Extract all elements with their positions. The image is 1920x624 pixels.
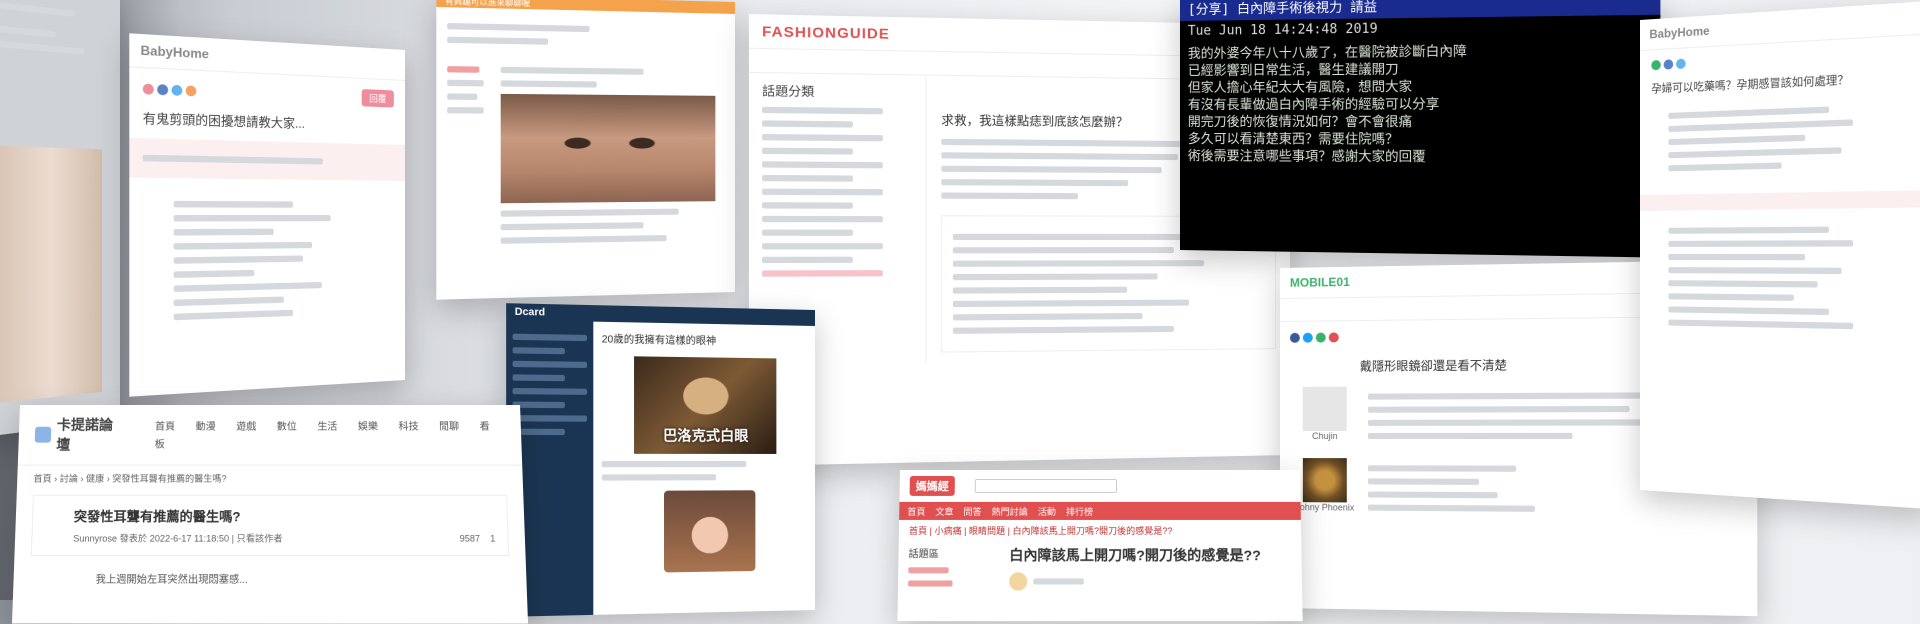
mobile01-logo[interactable]: MOBILE01 [1290, 275, 1350, 290]
sidebar-title: 話題分類 [762, 82, 913, 102]
views-count: 9587 [459, 533, 480, 543]
nav-item[interactable]: 數位 [277, 422, 297, 433]
ptt-line: 開完刀後的恢復情況如何？會不會很痛 [1188, 113, 1652, 131]
ptt-terminal-card: [分享] 白內障手術後視力 請益 Tue Jun 18 14:24:48 201… [1180, 0, 1660, 258]
nav-item[interactable]: 娛樂 [358, 422, 378, 433]
username[interactable]: Chujin [1290, 431, 1360, 441]
babyhome-right-card: BabyHome 孕婦可以吃藥嗎？孕期感冒該如何處理？ [1640, 1, 1920, 510]
share-icon[interactable] [1651, 60, 1660, 71]
babyhome-logo[interactable]: BabyHome [1649, 24, 1709, 42]
tab[interactable]: 問答 [963, 504, 981, 517]
girl-photo [664, 490, 755, 572]
crown-icon [35, 427, 51, 443]
breadcrumb[interactable]: 首頁 › 討論 › 健康 › 突發性耳聾有推薦的醫生嗎? [17, 466, 523, 491]
pinterest-icon[interactable] [1329, 332, 1339, 342]
line-icon[interactable] [1316, 333, 1326, 343]
reply-button[interactable]: 回覆 [362, 89, 394, 108]
fashionguide-logo[interactable]: FASHIONGUIDE [762, 23, 890, 42]
post-meta: Sunnyrose 發表於 2022-6-17 11:18:50 | 只看該作者 [73, 531, 282, 544]
avatar [1303, 387, 1347, 431]
post-title: 突發性耳聾有推薦的醫生嗎? [74, 506, 495, 525]
pixnet-card: 媽媽經 首頁 文章 問答 熱門討論 活動 排行榜 首頁 | 小病痛 | 眼睛問題… [897, 470, 1302, 621]
facebook-icon[interactable] [1290, 333, 1300, 343]
nav-item[interactable]: 遊戲 [236, 422, 256, 433]
post-title: 20歲的我擁有這樣的眼神 [602, 330, 807, 349]
dcard-card: Dcard 20歲的我擁有這樣的眼神 巴洛克式白眼 [506, 303, 815, 617]
share-icon[interactable] [143, 83, 154, 94]
tab[interactable]: 排行榜 [1066, 504, 1093, 517]
pixnet-logo[interactable]: 媽媽經 [910, 476, 955, 496]
tab[interactable]: 文章 [935, 504, 953, 517]
avatar [1009, 572, 1027, 590]
ptt-line: 但家人擔心年紀太大有風險，想問大家 [1188, 77, 1652, 97]
left-leg-panel [0, 0, 120, 437]
ptt-title: [分享] 白內障手術後視力 請益 [1188, 0, 1377, 19]
facebook-icon[interactable] [157, 84, 168, 95]
nav-item[interactable]: 閒聊 [439, 422, 459, 433]
ptt-line: 術後需要注意哪些事項？感謝大家的回覆 [1188, 148, 1652, 167]
search-input[interactable] [975, 479, 1117, 493]
face-photo [501, 94, 716, 203]
kanoshu-logo[interactable]: 卡提諾論壇 [56, 415, 125, 455]
ptt-line: 有沒有長輩做過白內障手術的經驗可以分享 [1188, 95, 1652, 114]
tab[interactable]: 熱門討論 [992, 504, 1028, 517]
reply-count: 1 [490, 533, 495, 543]
ptt-line: 多久可以看清楚東西？需要住院嗎？ [1188, 131, 1652, 149]
babyhome-left-card: BabyHome 回覆 有鬼剪頭的困擾想請教大家... [129, 33, 405, 396]
babyhome-logo[interactable]: BabyHome [141, 43, 209, 62]
meme-caption: 巴洛克式白眼 [634, 425, 776, 446]
nav-item[interactable]: 動漫 [196, 422, 216, 433]
twitter-icon[interactable] [1303, 333, 1313, 343]
post-body: 我上週開始左耳突然出現悶塞感... [13, 560, 527, 596]
leg-photo [0, 146, 102, 403]
nav-item[interactable]: 首頁 [155, 422, 175, 433]
tab[interactable]: 首頁 [907, 504, 925, 517]
meme-image: 巴洛克式白眼 [634, 356, 776, 454]
nav-item[interactable]: 生活 [317, 422, 337, 433]
breadcrumb[interactable]: 首頁 | 小病痛 | 眼睛問題 | 白內障該馬上開刀嗎?開刀後的感覺是?? [899, 520, 1301, 541]
line-icon[interactable] [171, 84, 182, 95]
bookmark-icon[interactable] [186, 85, 197, 96]
nav-item[interactable]: 科技 [398, 422, 418, 433]
post-title: 白內障該馬上開刀嗎?開刀後的感覺是?? [1009, 545, 1291, 565]
tab[interactable]: 活動 [1038, 504, 1056, 517]
avatar [1303, 458, 1347, 502]
kanoshu-card: 卡提諾論壇 首頁 動漫 遊戲 數位 生活 娛樂 科技 閒聊 看板 首頁 › 討論… [12, 405, 528, 624]
mobile-post-card: 有興趣可以進來聊聊喔 [436, 0, 735, 300]
line-icon[interactable] [1676, 59, 1686, 70]
dcard-logo[interactable]: Dcard [515, 306, 545, 318]
sidebar-item[interactable]: 話題區 [908, 545, 989, 560]
facebook-icon[interactable] [1664, 59, 1674, 70]
